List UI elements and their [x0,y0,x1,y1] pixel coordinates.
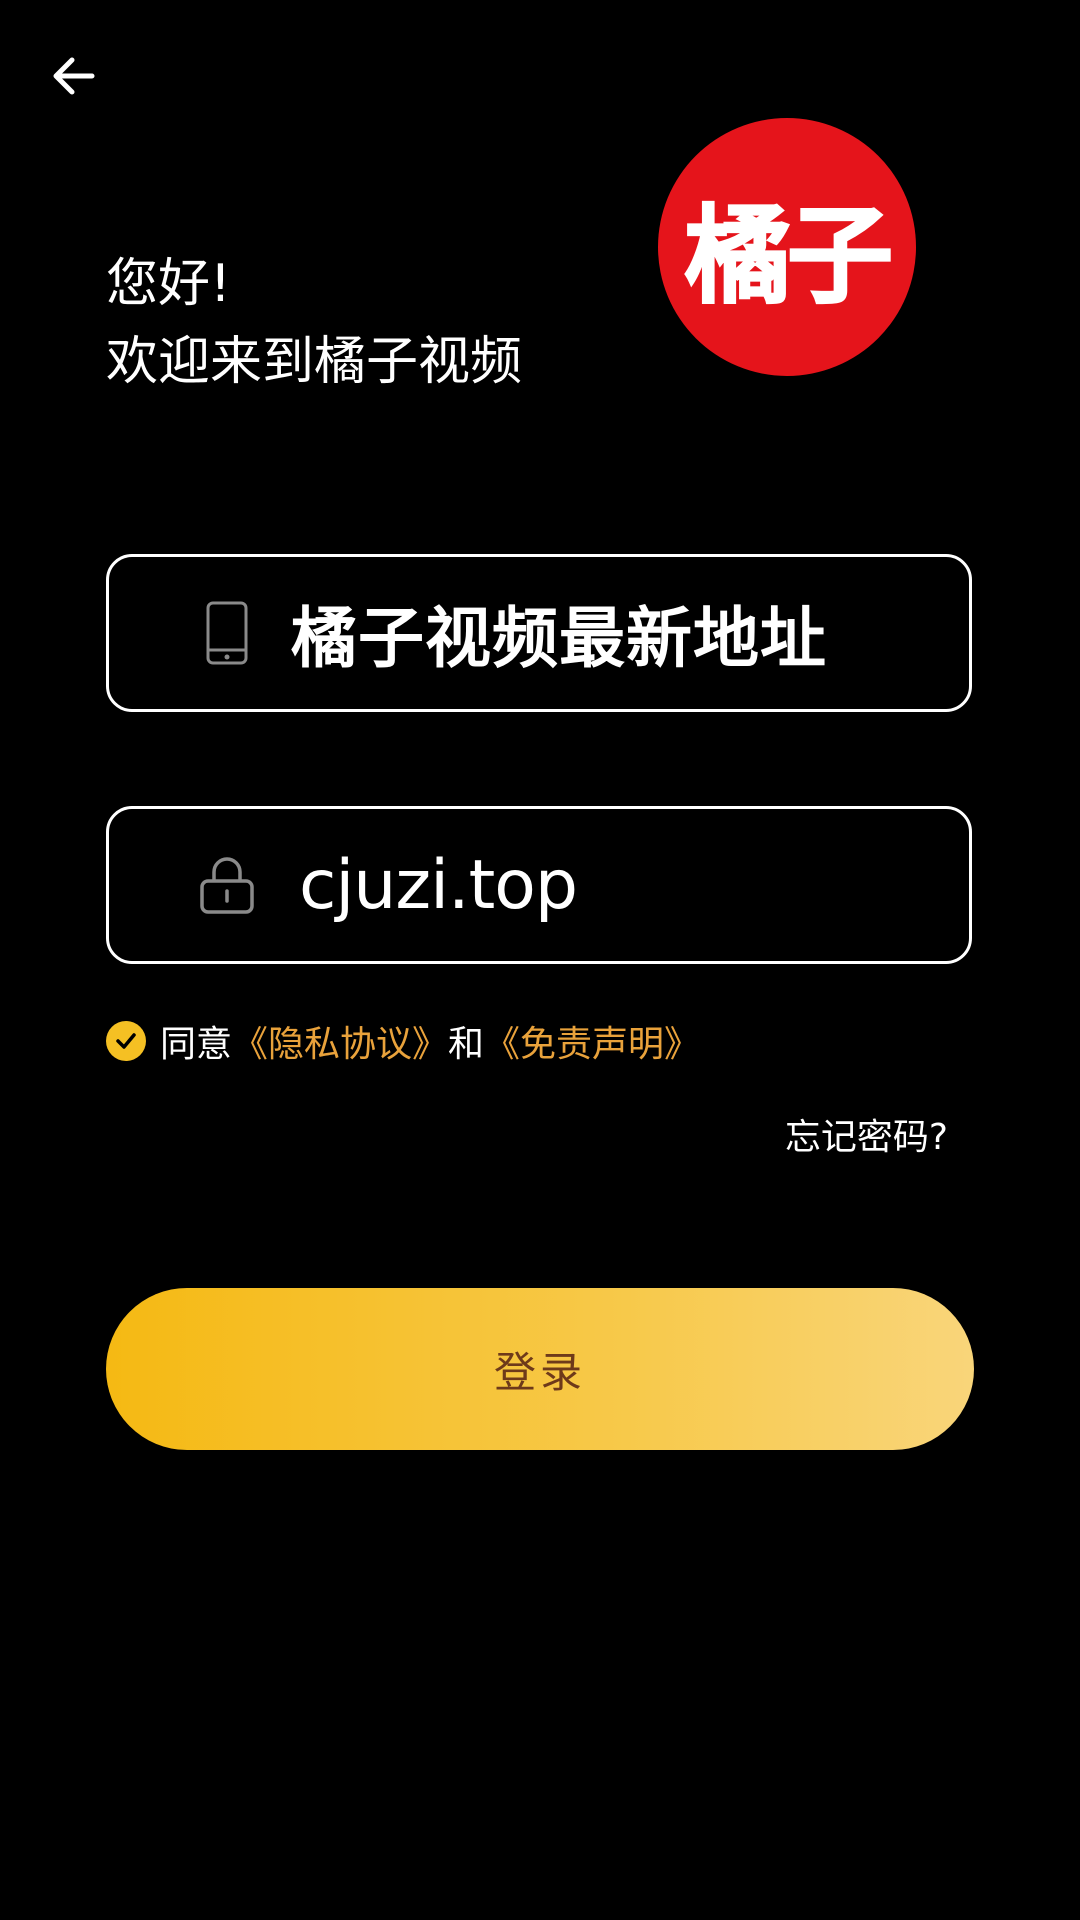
greeting: 您好! 欢迎来到橘子视频 [106,245,522,401]
agree-prefix: 同意 [160,1024,233,1065]
password-field[interactable]: cjuzi.top [106,806,972,964]
back-button[interactable] [42,46,106,110]
greeting-line-2: 欢迎来到橘子视频 [106,332,523,392]
arrow-left-icon [48,50,100,106]
privacy-policy-link[interactable]: 《隐私协议》 [232,1015,448,1067]
login-button[interactable]: 登录 [106,1288,974,1450]
agree-checkbox[interactable] [106,1021,146,1061]
lock-icon [199,850,255,920]
phone-field[interactable]: 橘子视频最新地址 [106,554,972,712]
password-field-value: cjuzi.top [299,845,578,925]
disclaimer-link[interactable]: 《免责声明》 [484,1015,700,1067]
phone-icon [199,598,255,668]
logo-text: 橘子 [684,194,894,319]
forgot-password-link[interactable]: 忘记密码? [785,1108,948,1160]
check-icon [116,1033,136,1049]
agreement-row: 同意 《隐私协议》 和 《免责声明》 [106,1016,700,1066]
app-logo: 橘子 [658,118,916,376]
agree-conjunction: 和 [448,1024,485,1065]
login-button-label: 登录 [493,1347,586,1397]
phone-field-value: 橘子视频最新地址 [291,600,827,677]
greeting-line-1: 您好! [106,254,231,314]
